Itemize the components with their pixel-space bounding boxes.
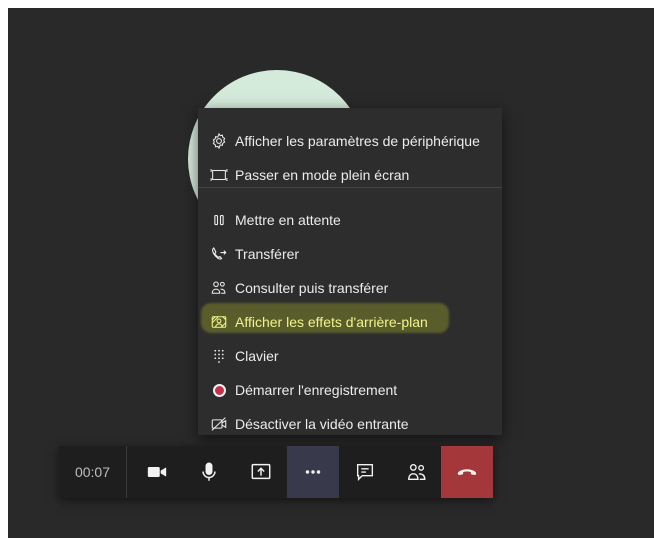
menu-item-start-recording[interactable]: Démarrer l'enregistrement <box>198 374 502 406</box>
menu-item-label: Afficher les paramètres de périphérique <box>235 133 480 149</box>
video-off-icon <box>209 414 229 434</box>
menu-item-label: Désactiver la vidéo entrante <box>235 416 409 432</box>
camera-icon <box>146 461 168 483</box>
microphone-icon <box>198 461 220 483</box>
menu-item-label: Consulter puis transférer <box>235 280 389 296</box>
participants-icon <box>406 461 428 483</box>
gear-icon <box>209 131 229 151</box>
record-icon <box>209 380 229 400</box>
dialpad-icon <box>209 346 229 366</box>
menu-item-transfer[interactable]: Transférer <box>198 238 502 270</box>
menu-divider <box>198 187 502 188</box>
menu-item-hold[interactable]: Mettre en attente <box>198 204 502 236</box>
hang-up-icon <box>456 461 478 483</box>
consult-transfer-icon <box>209 278 229 298</box>
menu-item-disable-incoming-video[interactable]: Désactiver la vidéo entrante <box>198 408 502 440</box>
pause-icon <box>209 210 229 230</box>
menu-item-consult-transfer[interactable]: Consulter puis transférer <box>198 272 502 304</box>
call-timer: 00:07 <box>59 446 127 498</box>
transfer-call-icon <box>209 244 229 264</box>
more-options-menu: Afficher les paramètres de périphérique … <box>198 108 502 435</box>
participants-button[interactable] <box>391 446 443 498</box>
menu-item-label: Passer en mode plein écran <box>235 167 410 183</box>
menu-item-label: Démarrer l'enregistrement <box>235 382 398 398</box>
camera-button[interactable] <box>131 446 183 498</box>
more-options-icon <box>302 461 324 483</box>
menu-item-label: Transférer <box>235 246 300 262</box>
hang-up-button[interactable] <box>441 446 493 498</box>
share-screen-icon <box>250 461 272 483</box>
menu-item-label: Mettre en attente <box>235 212 341 228</box>
menu-item-label: Afficher les effets d'arrière-plan <box>235 314 428 330</box>
microphone-button[interactable] <box>183 446 235 498</box>
chat-icon <box>354 461 376 483</box>
fullscreen-icon <box>209 165 229 185</box>
call-stage: Afficher les paramètres de périphérique … <box>8 8 654 538</box>
menu-item-background-effects[interactable]: Afficher les effets d'arrière-plan <box>198 306 502 338</box>
share-screen-button[interactable] <box>235 446 287 498</box>
chat-button[interactable] <box>339 446 391 498</box>
more-options-button[interactable] <box>287 446 339 498</box>
menu-item-label: Clavier <box>235 348 279 364</box>
menu-item-dialpad[interactable]: Clavier <box>198 340 502 372</box>
call-toolbar: 00:07 <box>59 446 493 498</box>
background-effects-icon <box>209 312 229 332</box>
menu-item-device-settings[interactable]: Afficher les paramètres de périphérique <box>198 125 502 157</box>
